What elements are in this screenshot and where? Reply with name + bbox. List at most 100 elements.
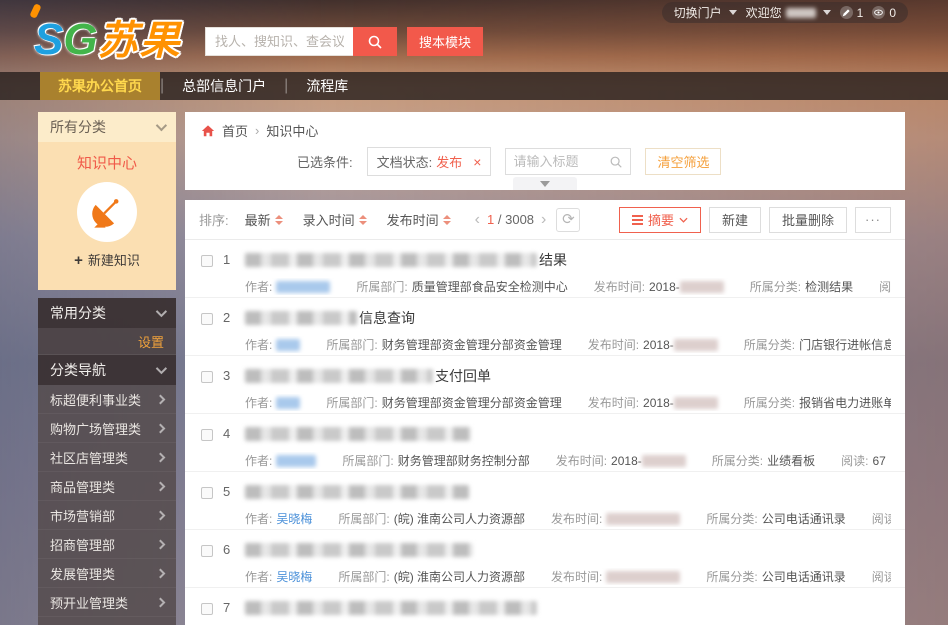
row-checkbox[interactable] <box>201 487 213 499</box>
chevron-right-icon <box>156 423 166 433</box>
category-value: 报销省电力进账单查询 <box>799 394 891 411</box>
nav-tab[interactable]: 总部信息门户 <box>164 72 284 100</box>
welcome-user[interactable]: 欢迎您 <box>746 4 831 21</box>
row-title-link[interactable]: 结果 <box>245 250 891 270</box>
author-link[interactable]: 吴晓梅 <box>276 568 312 585</box>
author-label: 作者: <box>245 278 272 295</box>
knowledge-center-button[interactable] <box>77 182 137 242</box>
sort-option[interactable]: 最新 <box>245 210 283 229</box>
sort-option[interactable]: 录入时间 <box>303 210 367 229</box>
row-title-link[interactable] <box>245 424 891 444</box>
author-label: 作者: <box>245 510 272 527</box>
edit-counter[interactable]: 1 <box>840 6 864 20</box>
sidebar-all-categories[interactable]: 所有分类 <box>38 112 176 142</box>
new-knowledge-label: 新建知识 <box>88 253 140 268</box>
batch-delete-button[interactable]: 批量删除 <box>769 207 847 233</box>
search-input[interactable] <box>205 27 353 56</box>
publish-time-value: 2018- <box>643 396 718 410</box>
filter-chip-status: 文档状态: 发布 × <box>367 147 492 176</box>
publish-time-value: 2018- <box>611 454 686 468</box>
chip-close-icon[interactable]: × <box>473 155 481 169</box>
category-value: 公司电话通讯录 <box>762 510 846 527</box>
category-label: 所属分类: <box>712 452 763 469</box>
nav-tab[interactable]: 流程库 <box>288 72 366 100</box>
switch-portal[interactable]: 切换门户 <box>674 4 737 21</box>
knowledge-center-title: 知识中心 <box>38 152 176 173</box>
row-checkbox[interactable] <box>201 371 213 383</box>
sidebar-nav-item-label: 大卖场管理类 <box>50 622 128 625</box>
author-link[interactable]: 吴晓梅 <box>276 510 312 527</box>
refresh-button[interactable]: ⟳ <box>556 208 580 232</box>
title-search-input[interactable] <box>513 154 609 169</box>
sidebar-nav-item[interactable]: 发展管理类 <box>38 559 176 588</box>
breadcrumb-home[interactable]: 首页 <box>222 121 248 140</box>
clear-filters-button[interactable]: 清空筛选 <box>645 148 721 175</box>
collapse-panel-handle[interactable] <box>513 177 577 190</box>
search-button[interactable] <box>353 27 397 56</box>
toolbar-actions: 摘要 新建 批量删除 ··· <box>619 207 891 233</box>
new-knowledge-button[interactable]: +新建知识 <box>38 250 176 269</box>
publish-time-value: 2018- <box>643 338 718 352</box>
nav-tab[interactable]: 苏果办公首页 <box>40 72 160 100</box>
row-title-text: 信息查询 <box>359 308 415 328</box>
row-title-link[interactable] <box>245 598 891 618</box>
row-checkbox[interactable] <box>201 545 213 557</box>
switch-portal-label: 切换门户 <box>674 4 722 21</box>
row-index: 2 <box>223 310 245 355</box>
row-title-link[interactable] <box>245 482 891 502</box>
chevron-right-icon <box>156 452 166 462</box>
prev-page-button[interactable]: ‹ <box>475 211 480 229</box>
sort-option[interactable]: 发布时间 <box>387 210 451 229</box>
row-checkbox[interactable] <box>201 313 213 325</box>
sidebar-dark-panel: 常用分类 设置 分类导航 标超便利事业类 购物广场管理类 社区店管理类 商品管理… <box>38 298 176 625</box>
author-label: 作者: <box>245 452 272 469</box>
sidebar-category-nav[interactable]: 分类导航 <box>38 355 176 385</box>
redacted-username <box>786 8 816 18</box>
sort-label: 排序: <box>199 210 229 229</box>
row-title-link[interactable] <box>245 540 891 560</box>
chevron-right-icon <box>156 510 166 520</box>
row-title-link[interactable]: 支付回单 <box>245 366 891 386</box>
sidebar-nav-item[interactable]: 购物广场管理类 <box>38 414 176 443</box>
knowledge-list-row: 6 作者:吴晓梅 所属部门:(皖) 淮南公司人力资源部 发布时间: 所属分类:公… <box>185 530 905 588</box>
row-checkbox[interactable] <box>201 255 213 267</box>
sidebar-nav-item[interactable]: 大卖场管理类 <box>38 617 176 625</box>
summary-view-button[interactable]: 摘要 <box>619 207 701 233</box>
sidebar-nav-item[interactable]: 商品管理类 <box>38 472 176 501</box>
sidebar-nav-item[interactable]: 预开业管理类 <box>38 588 176 617</box>
department-label: 所属部门: <box>342 452 393 469</box>
row-checkbox[interactable] <box>201 429 213 441</box>
sidebar-nav-item[interactable]: 市场营销部 <box>38 501 176 530</box>
next-page-button[interactable]: › <box>541 211 546 229</box>
suguo-logo: SG苏果 <box>34 8 182 66</box>
row-meta: 作者: 所属部门:质量管理部食品安全检测中心 发布时间:2018- 所属分类:检… <box>245 278 891 295</box>
search-module-button[interactable]: 搜本模块 <box>407 27 483 56</box>
pencil-icon <box>840 6 853 19</box>
global-search: 搜本模块 <box>205 27 483 56</box>
row-title-link[interactable]: 信息查询 <box>245 308 891 328</box>
sidebar-settings[interactable]: 设置 <box>38 328 176 355</box>
redacted-author <box>276 397 300 409</box>
sidebar-nav-item[interactable]: 招商管理部 <box>38 530 176 559</box>
sidebar-common-categories[interactable]: 常用分类 <box>38 298 176 328</box>
eye-icon <box>872 6 885 19</box>
sort-carets-icon <box>443 215 451 225</box>
knowledge-list-row: 1 结果 作者: 所属部门:质量管理部食品安全检测中心 发布时间:2018- 所… <box>185 240 905 298</box>
knowledge-list-row: 5 作者:吴晓梅 所属部门:(皖) 淮南公司人力资源部 发布时间: 所属分类:公… <box>185 472 905 530</box>
redacted-title <box>245 543 473 557</box>
main-nav: 苏果办公首页|总部信息门户|流程库 <box>0 72 948 100</box>
sidebar-nav-item[interactable]: 标超便利事业类 <box>38 385 176 414</box>
row-index: 1 <box>223 252 245 297</box>
row-checkbox[interactable] <box>201 603 213 615</box>
new-button[interactable]: 新建 <box>709 207 761 233</box>
view-counter[interactable]: 0 <box>872 6 896 20</box>
more-actions-button[interactable]: ··· <box>855 207 891 233</box>
reads-label: 阅读: <box>872 568 891 585</box>
redacted-date <box>606 571 680 583</box>
sidebar-nav-items: 标超便利事业类 购物广场管理类 社区店管理类 商品管理类 市场营销部 招商管理部… <box>38 385 176 625</box>
publish-time-label: 发布时间: <box>551 568 602 585</box>
page-current: 1 <box>487 212 494 227</box>
row-meta: 作者:吴晓梅 所属部门:(皖) 淮南公司人力资源部 发布时间: 所属分类:公司电… <box>245 510 891 527</box>
row-index: 7 <box>223 600 245 625</box>
sidebar-nav-item[interactable]: 社区店管理类 <box>38 443 176 472</box>
